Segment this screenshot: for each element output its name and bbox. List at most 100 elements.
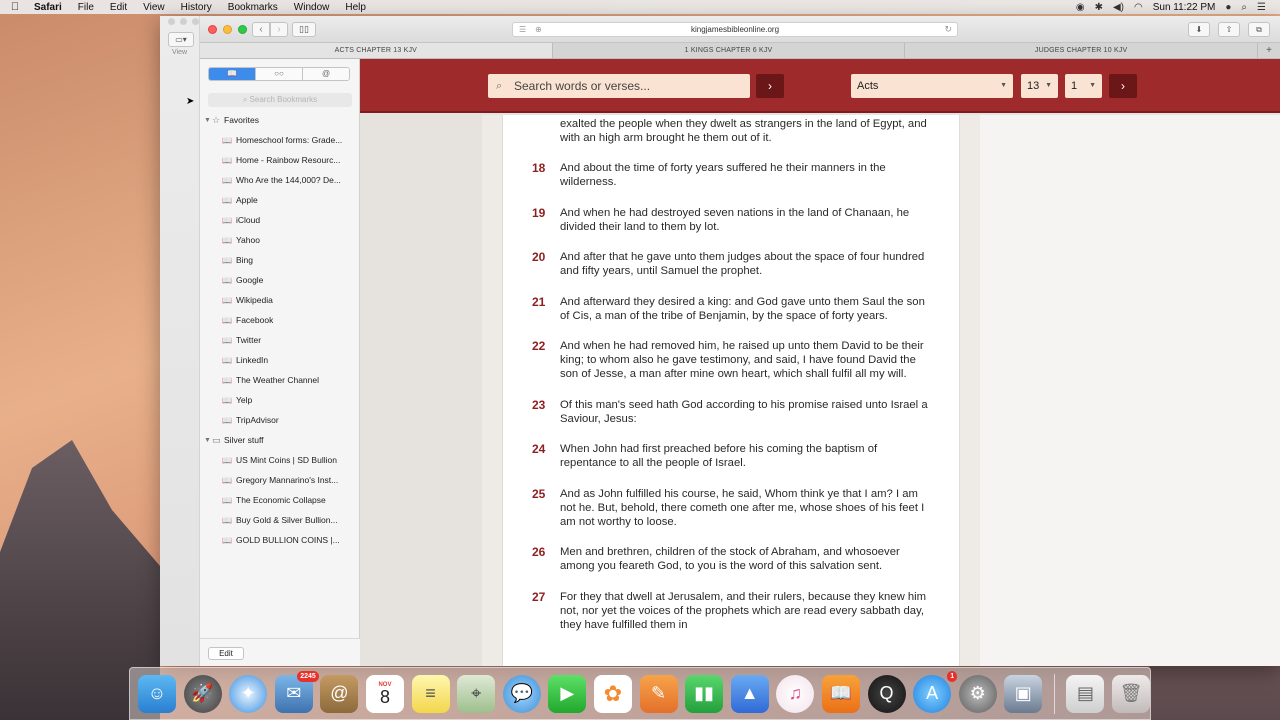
bookmark-item[interactable]: 📖 Who Are the 144,000? De... — [200, 170, 360, 190]
documents-stack-icon[interactable]: ▤ — [1066, 674, 1105, 713]
menu-edit[interactable]: Edit — [102, 2, 135, 13]
messages-icon[interactable]: 💬 — [502, 674, 541, 713]
bookmark-item[interactable]: 📖 Gregory Mannarino's Inst... — [200, 470, 360, 490]
bookmark-item[interactable]: 📖 Yelp — [200, 390, 360, 410]
volume-icon[interactable]: ◀) — [1113, 2, 1124, 13]
new-tab-button[interactable]: + — [1258, 43, 1280, 58]
wifi-icon[interactable]: ◠ — [1134, 2, 1143, 13]
bookmark-item[interactable]: 📖 iCloud — [200, 210, 360, 230]
bookmark-item[interactable]: 📖 Twitter — [200, 330, 360, 350]
menu-help[interactable]: Help — [337, 2, 374, 13]
book-select[interactable]: Acts ▼ — [851, 74, 1013, 98]
preview-icon[interactable]: ▣ — [1004, 674, 1043, 713]
search-go-button[interactable]: › — [756, 74, 784, 98]
favorites-folder[interactable]: ▼ ☆ Favorites — [200, 110, 360, 130]
bookmark-item[interactable]: 📖 Buy Gold & Silver Bullion... — [200, 510, 360, 530]
minimize-window-icon[interactable] — [223, 25, 232, 34]
verse-number[interactable]: 23 — [532, 398, 545, 412]
ibooks-icon[interactable]: 📖 — [821, 674, 860, 713]
facetime-icon[interactable]: ▶ — [548, 674, 587, 713]
pages-icon[interactable]: ✎ — [639, 674, 678, 713]
close-window-icon[interactable] — [208, 25, 217, 34]
address-bar[interactable]: ☰ ⊕ kingjamesbibleonline.org ↻ — [512, 22, 958, 37]
quicktime-icon[interactable]: Q — [867, 674, 906, 713]
maps-icon[interactable]: ⌖ — [457, 674, 496, 713]
menu-window[interactable]: Window — [286, 2, 338, 13]
reader-icon[interactable]: ☰ — [519, 23, 526, 36]
apple-menu-icon[interactable]:  — [0, 1, 30, 13]
bookmark-item[interactable]: 📖 US Mint Coins | SD Bullion — [200, 450, 360, 470]
mail-icon[interactable]: ✉ 2245 — [274, 670, 319, 713]
bookmark-item[interactable]: 📖 Facebook — [200, 310, 360, 330]
calendar-icon[interactable]: NOV 8 — [365, 674, 404, 713]
back-button[interactable]: ‹ — [252, 22, 270, 37]
bookmarks-tab-icon[interactable]: 📖 — [209, 68, 256, 80]
menu-file[interactable]: File — [70, 2, 102, 13]
verse-number[interactable]: 21 — [532, 295, 545, 309]
bookmark-item[interactable]: 📖 The Weather Channel — [200, 370, 360, 390]
reading-list-tab-icon[interactable]: ○○ — [256, 68, 303, 80]
verse-number[interactable]: 22 — [532, 339, 545, 353]
verse-number[interactable]: 24 — [532, 442, 545, 456]
clock[interactable]: Sun 11:22 PM — [1153, 2, 1216, 13]
show-all-tabs-button[interactable]: ⧉ — [1248, 22, 1270, 37]
photos-icon[interactable]: ✿ — [593, 674, 632, 713]
launchpad-icon[interactable]: 🚀 — [183, 674, 222, 713]
verse-number[interactable]: 27 — [532, 590, 545, 604]
system-preferences-icon[interactable]: ⚙ — [958, 674, 997, 713]
verse-number[interactable]: 19 — [532, 206, 545, 220]
verse-number[interactable]: 18 — [532, 161, 545, 175]
safari-icon[interactable]: ✦ — [229, 674, 268, 713]
bookmark-item[interactable]: 📖 Apple — [200, 190, 360, 210]
finder-icon[interactable]: ☺ — [138, 674, 176, 713]
share-button[interactable]: ⇧ — [1218, 22, 1240, 37]
menu-bookmarks[interactable]: Bookmarks — [220, 2, 286, 13]
trash-icon[interactable]: 🗑 — [1112, 674, 1151, 713]
shared-links-tab-icon[interactable]: @ — [303, 68, 349, 80]
edit-bookmarks-button[interactable]: Edit — [208, 647, 244, 660]
notification-center-icon[interactable]: ☰ — [1257, 2, 1266, 13]
go-to-verse-button[interactable]: › — [1109, 74, 1137, 98]
verse-number[interactable]: 20 — [532, 250, 545, 264]
sidebar-toggle-button[interactable]: ▯▯ — [292, 22, 316, 37]
bookmark-item[interactable]: 📖 Yahoo — [200, 230, 360, 250]
reload-icon[interactable]: ↻ — [944, 23, 952, 36]
bookmark-item[interactable]: 📖 The Economic Collapse — [200, 490, 360, 510]
verse-number[interactable]: 26 — [532, 545, 545, 559]
forward-button[interactable]: › — [270, 22, 288, 37]
tab-1-kings-6[interactable]: 1 KINGS CHAPTER 6 KJV — [553, 43, 906, 58]
silver-stuff-folder[interactable]: ▼ ▭ Silver stuff — [200, 430, 360, 450]
chapter-select[interactable]: 13 ▼ — [1021, 74, 1058, 98]
menu-app-name[interactable]: Safari — [30, 2, 70, 13]
zoom-window-icon[interactable] — [238, 25, 247, 34]
menu-history[interactable]: History — [173, 2, 220, 13]
verse-number[interactable]: 25 — [532, 487, 545, 501]
view-button[interactable]: ▭▾ — [168, 32, 194, 47]
bookmark-item[interactable]: 📖 Bing — [200, 250, 360, 270]
tab-acts-13[interactable]: ACTS CHAPTER 13 KJV — [200, 43, 553, 58]
bookmarks-search-input[interactable]: ⌕ Search Bookmarks — [208, 93, 352, 107]
disclosure-triangle-icon[interactable]: ▼ — [204, 117, 212, 124]
record-icon[interactable]: ◉ — [1076, 2, 1085, 13]
bookmark-item[interactable]: 📖 Google — [200, 270, 360, 290]
add-bookmark-icon[interactable]: ⊕ — [535, 23, 542, 36]
contacts-icon[interactable]: @ — [320, 674, 359, 713]
bookmark-item[interactable]: 📖 Homeschool forms: Grade... — [200, 130, 360, 150]
bookmark-item[interactable]: 📖 GOLD BULLION COINS |... — [200, 530, 360, 550]
bluetooth-icon[interactable]: ✱ — [1095, 2, 1103, 13]
downloads-button[interactable]: ⬇ — [1188, 22, 1210, 37]
spotlight-icon[interactable]: ⌕ — [1241, 2, 1247, 13]
tab-judges-10[interactable]: JUDGES CHAPTER 10 KJV — [905, 43, 1259, 58]
disclosure-triangle-icon[interactable]: ▼ — [204, 437, 212, 444]
verse-select[interactable]: 1 ▼ — [1065, 74, 1102, 98]
bookmark-item[interactable]: 📖 Wikipedia — [200, 290, 360, 310]
bookmark-item[interactable]: 📖 LinkedIn — [200, 350, 360, 370]
numbers-icon[interactable]: ▮▮ — [685, 674, 724, 713]
app-store-icon[interactable]: A1 — [913, 670, 958, 713]
notes-icon[interactable]: ≡ — [411, 674, 450, 713]
itunes-icon[interactable]: ♫ — [776, 674, 815, 713]
menu-view[interactable]: View — [135, 2, 173, 13]
keynote-icon[interactable]: ▲ — [730, 674, 769, 713]
user-icon[interactable]: ● — [1225, 2, 1231, 13]
bookmark-item[interactable]: 📖 TripAdvisor — [200, 410, 360, 430]
